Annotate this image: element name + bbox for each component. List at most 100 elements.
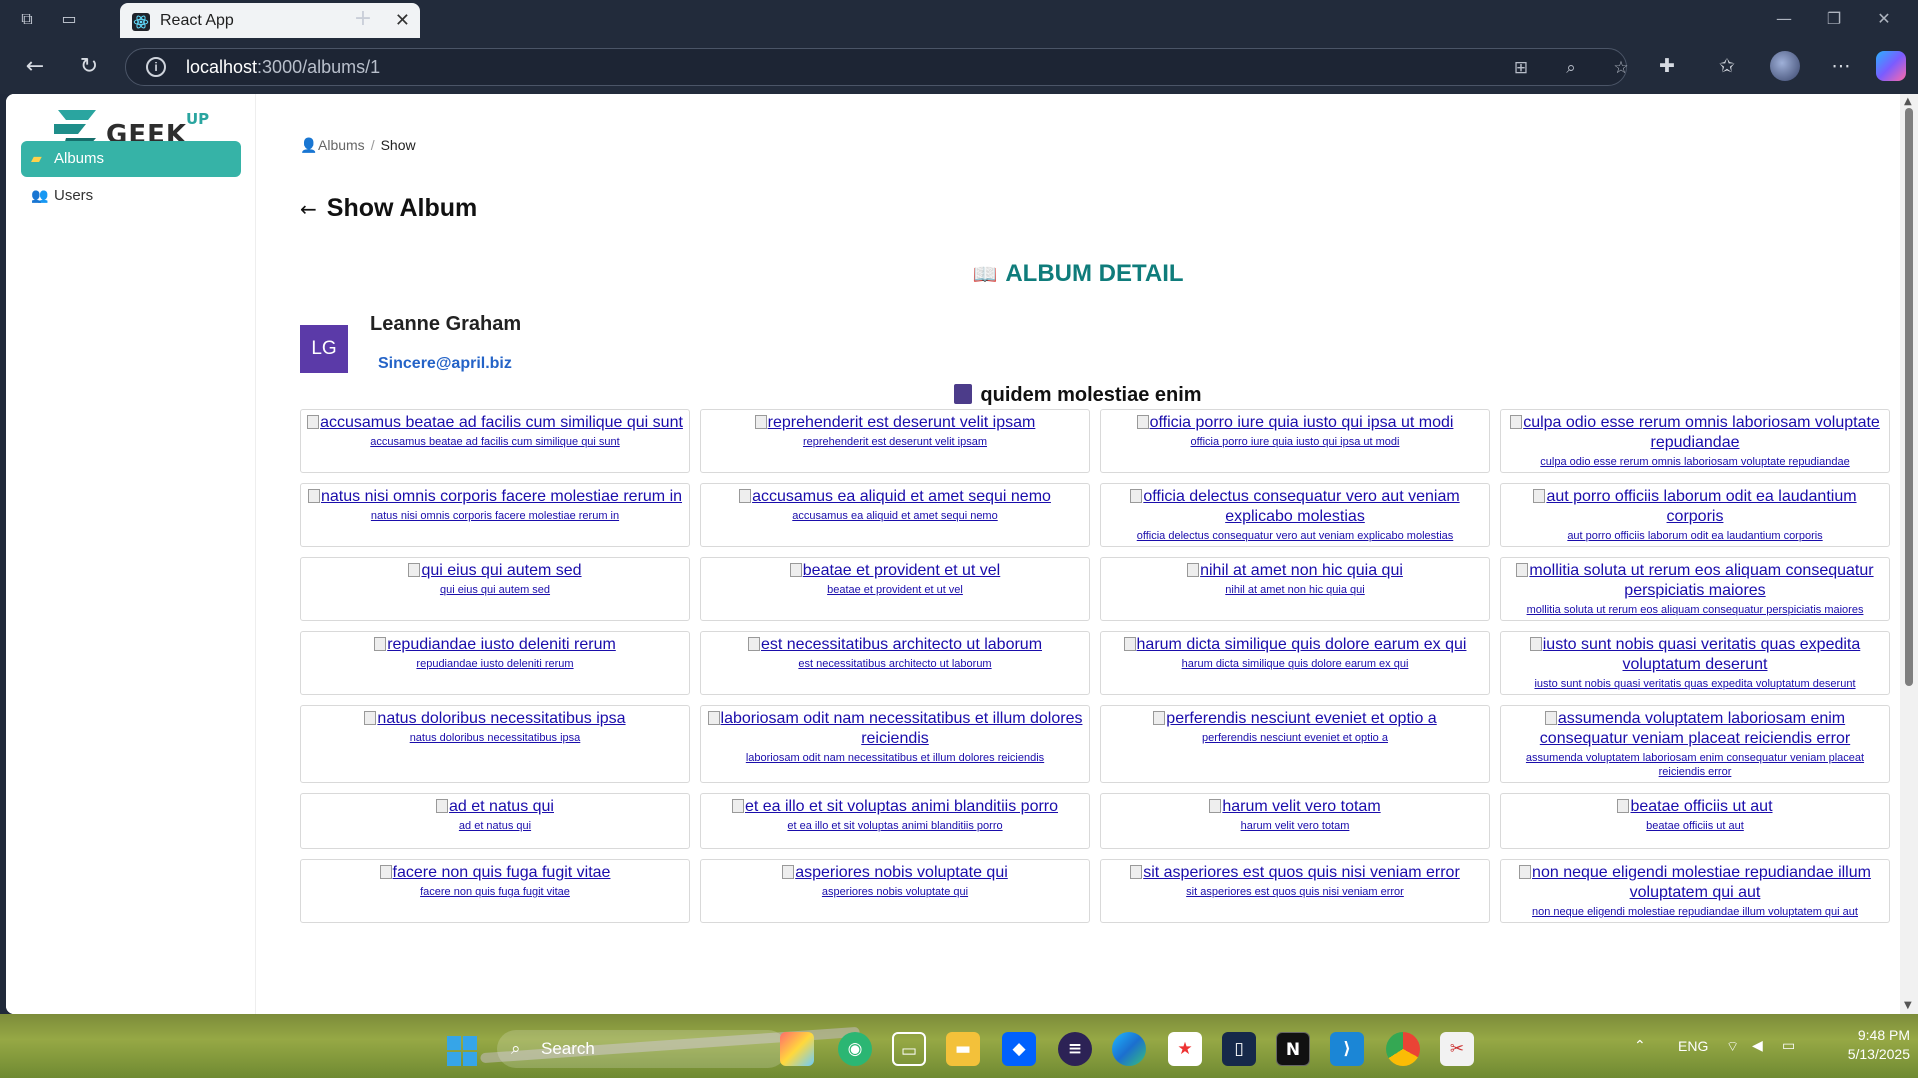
photo-thumbnail-link[interactable]: natus nisi omnis corporis facere molesti… (304, 487, 686, 507)
photo-thumbnail-link[interactable]: reprehenderit est deserunt velit ipsam (704, 413, 1086, 433)
start-windows-icon[interactable] (447, 1036, 477, 1066)
refresh-icon[interactable]: ↻ (74, 52, 104, 82)
file-explorer-icon[interactable]: ▬ (946, 1032, 980, 1066)
photo-caption-link[interactable]: est necessitatibus architecto ut laborum (704, 657, 1086, 671)
eclipse-icon[interactable]: ≡ (1058, 1032, 1092, 1066)
photo-thumbnail-link[interactable]: harum velit vero totam (1104, 797, 1486, 817)
photo-caption-link[interactable]: beatae officiis ut aut (1504, 819, 1886, 833)
volume-icon[interactable]: ◀ (1752, 1038, 1763, 1054)
taskbar-search[interactable]: ⌕ Search (497, 1030, 787, 1068)
back-arrow-icon[interactable]: ← (300, 197, 317, 221)
photo-thumbnail-link[interactable]: non neque eligendi molestiae repudiandae… (1504, 863, 1886, 903)
photo-caption-link[interactable]: sit asperiores est quos quis nisi veniam… (1104, 885, 1486, 899)
chrome-icon[interactable] (1386, 1032, 1420, 1066)
photos-app-icon[interactable] (780, 1032, 814, 1066)
photo-caption-link[interactable]: natus doloribus necessitatibus ipsa (304, 731, 686, 745)
edge-icon[interactable] (1112, 1032, 1146, 1066)
more-menu-icon[interactable]: ⋯ (1826, 51, 1856, 81)
url-text[interactable]: localhost:3000/albums/1 (186, 57, 380, 78)
back-icon[interactable]: ← (20, 52, 50, 82)
photo-thumbnail-link[interactable]: facere non quis fuga fugit vitae (304, 863, 686, 883)
tab-actions-icon[interactable]: ▭ (56, 6, 82, 32)
photo-thumbnail-link[interactable]: iusto sunt nobis quasi veritatis quas ex… (1504, 635, 1886, 675)
new-tab-icon[interactable]: + (350, 6, 376, 32)
photo-thumbnail-link[interactable]: assumenda voluptatem laboriosam enim con… (1504, 709, 1886, 749)
profile-avatar[interactable] (1770, 51, 1800, 81)
vscode-icon[interactable]: ⟩ (1330, 1032, 1364, 1066)
close-window-icon[interactable]: ✕ (1864, 6, 1904, 32)
photo-caption-link[interactable]: beatae et provident et ut vel (704, 583, 1086, 597)
notion-icon[interactable]: N (1276, 1032, 1310, 1066)
photo-caption-link[interactable]: harum dicta similique quis dolore earum … (1104, 657, 1486, 671)
photo-thumbnail-link[interactable]: perferendis nesciunt eveniet et optio a (1104, 709, 1486, 729)
photo-caption-link[interactable]: aut porro officiis laborum odit ea lauda… (1504, 529, 1886, 543)
photo-caption-link[interactable]: nihil at amet non hic quia qui (1104, 583, 1486, 597)
scroll-down-icon[interactable]: ▼ (1904, 1000, 1912, 1011)
photo-thumbnail-link[interactable]: nihil at amet non hic quia qui (1104, 561, 1486, 581)
star-app-icon[interactable]: ★ (1168, 1032, 1202, 1066)
photo-caption-link[interactable]: harum velit vero totam (1104, 819, 1486, 833)
photo-thumbnail-link[interactable]: culpa odio esse rerum omnis laboriosam v… (1504, 413, 1886, 453)
photo-thumbnail-link[interactable]: sit asperiores est quos quis nisi veniam… (1104, 863, 1486, 883)
photo-caption-link[interactable]: perferendis nesciunt eveniet et optio a (1104, 731, 1486, 745)
minimize-icon[interactable]: — (1764, 6, 1804, 32)
photo-thumbnail-link[interactable]: accusamus beatae ad facilis cum similiqu… (304, 413, 686, 433)
photo-caption-link[interactable]: repudiandae iusto deleniti rerum (304, 657, 686, 671)
photo-caption-link[interactable]: accusamus ea aliquid et amet sequi nemo (704, 509, 1086, 523)
photo-caption-link[interactable]: ad et natus qui (304, 819, 686, 833)
photo-thumbnail-link[interactable]: repudiandae iusto deleniti rerum (304, 635, 686, 655)
photo-caption-link[interactable]: et ea illo et sit voluptas animi blandit… (704, 819, 1086, 833)
photo-caption-link[interactable]: culpa odio esse rerum omnis laboriosam v… (1504, 455, 1886, 469)
photo-thumbnail-link[interactable]: mollitia soluta ut rerum eos aliquam con… (1504, 561, 1886, 601)
photo-thumbnail-link[interactable]: beatae et provident et ut vel (704, 561, 1086, 581)
photo-thumbnail-link[interactable]: officia delectus consequatur vero aut ve… (1104, 487, 1486, 527)
photo-caption-link[interactable]: asperiores nobis voluptate qui (704, 885, 1086, 899)
code-app-icon[interactable]: ▯ (1222, 1032, 1256, 1066)
photo-thumbnail-link[interactable]: aut porro officiis laborum odit ea lauda… (1504, 487, 1886, 527)
snipping-tool-icon[interactable]: ✂ (1440, 1032, 1474, 1066)
clock[interactable]: 9:48 PM 5/13/2025 (1820, 1026, 1910, 1064)
photo-thumbnail-link[interactable]: accusamus ea aliquid et amet sequi nemo (704, 487, 1086, 507)
copilot-icon[interactable] (1876, 51, 1906, 81)
user-name[interactable]: Leanne Graham (370, 313, 521, 336)
sidebar-item-albums[interactable]: ▰ Albums (21, 141, 241, 177)
address-bar[interactable]: i localhost:3000/albums/1 ⊞ ⌕ ☆ (125, 48, 1629, 86)
photo-caption-link[interactable]: mollitia soluta ut rerum eos aliquam con… (1504, 603, 1886, 617)
photo-caption-link[interactable]: accusamus beatae ad facilis cum similiqu… (304, 435, 686, 449)
photo-thumbnail-link[interactable]: beatae officiis ut aut (1504, 797, 1886, 817)
photo-caption-link[interactable]: qui eius qui autem sed (304, 583, 686, 597)
user-email-link[interactable]: Sincere@april.biz (378, 355, 512, 373)
spotify-icon[interactable]: ◉ (838, 1032, 872, 1066)
photo-thumbnail-link[interactable]: et ea illo et sit voluptas animi blandit… (704, 797, 1086, 817)
battery-icon[interactable]: ▭ (1782, 1038, 1795, 1054)
breadcrumb-albums-link[interactable]: Albums (318, 137, 365, 153)
photo-caption-link[interactable]: laboriosam odit nam necessitatibus et il… (704, 751, 1086, 765)
photo-caption-link[interactable]: non neque eligendi molestiae repudiandae… (1504, 905, 1886, 919)
workspaces-icon[interactable]: ⧉ (14, 6, 40, 32)
photo-thumbnail-link[interactable]: qui eius qui autem sed (304, 561, 686, 581)
photo-caption-link[interactable]: natus nisi omnis corporis facere molesti… (304, 509, 686, 523)
favorites-icon[interactable]: ✩ (1712, 51, 1742, 81)
scroll-up-icon[interactable]: ▲ (1904, 96, 1912, 107)
dropbox-icon[interactable]: ◆ (1002, 1032, 1036, 1066)
favorite-star-icon[interactable]: ☆ (1608, 55, 1634, 81)
scroll-thumb[interactable] (1905, 108, 1913, 686)
app-available-icon[interactable]: ⊞ (1508, 55, 1534, 81)
photo-thumbnail-link[interactable]: officia porro iure quia iusto qui ipsa u… (1104, 413, 1486, 433)
language-indicator[interactable]: ENG (1678, 1038, 1708, 1054)
monitor-app-icon[interactable]: ▭ (892, 1032, 926, 1066)
photo-thumbnail-link[interactable]: harum dicta similique quis dolore earum … (1104, 635, 1486, 655)
extensions-icon[interactable]: ✚ (1652, 51, 1682, 81)
photo-thumbnail-link[interactable]: laboriosam odit nam necessitatibus et il… (704, 709, 1086, 749)
close-tab-icon[interactable]: ✕ (395, 10, 410, 31)
site-info-icon[interactable]: i (146, 57, 166, 77)
photo-caption-link[interactable]: officia delectus consequatur vero aut ve… (1104, 529, 1486, 543)
zoom-icon[interactable]: ⌕ (1558, 55, 1584, 81)
sidebar-item-users[interactable]: 👥 Users (21, 178, 241, 214)
photo-thumbnail-link[interactable]: asperiores nobis voluptate qui (704, 863, 1086, 883)
photo-caption-link[interactable]: iusto sunt nobis quasi veritatis quas ex… (1504, 677, 1886, 691)
photo-thumbnail-link[interactable]: est necessitatibus architecto ut laborum (704, 635, 1086, 655)
tray-overflow-icon[interactable]: ⌃ (1634, 1038, 1646, 1054)
page-scrollbar[interactable]: ▲ ▼ (1900, 94, 1918, 1014)
photo-thumbnail-link[interactable]: natus doloribus necessitatibus ipsa (304, 709, 686, 729)
